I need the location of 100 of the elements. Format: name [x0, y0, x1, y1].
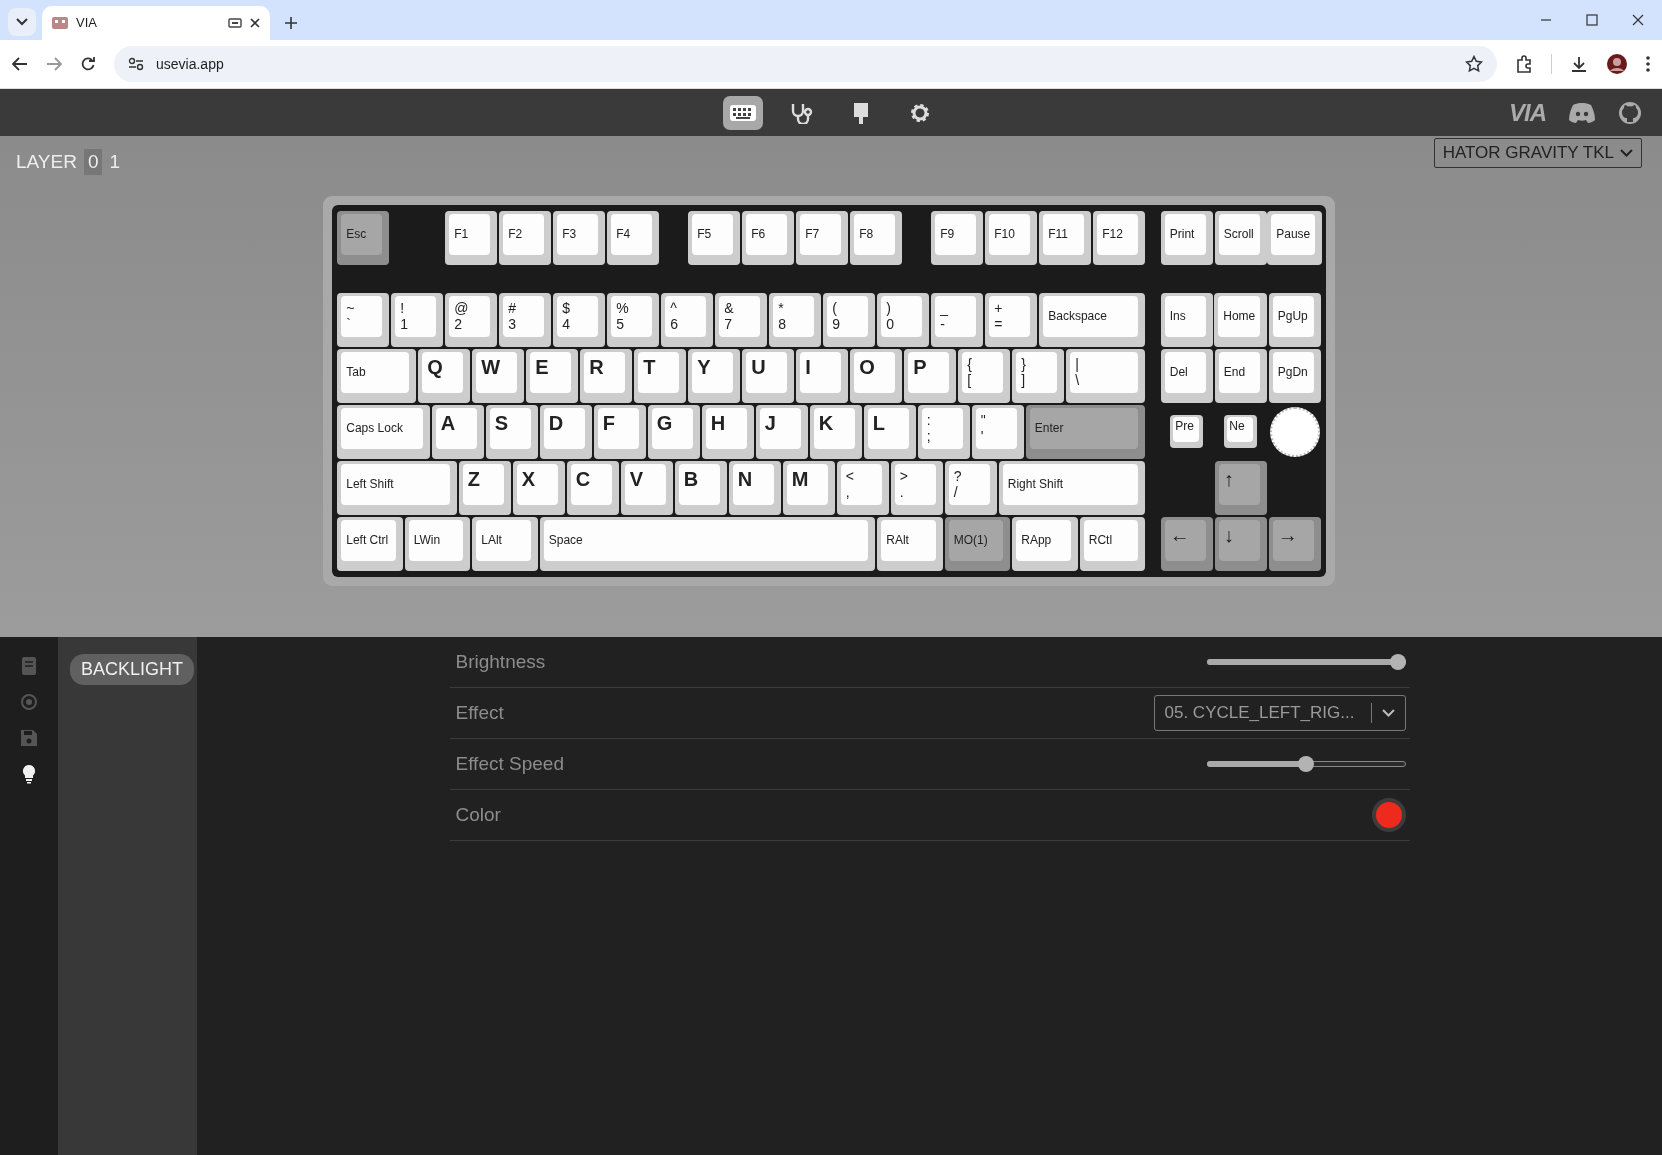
key[interactable]: R — [580, 348, 633, 403]
key[interactable]: F5 — [688, 210, 741, 265]
slider[interactable] — [1206, 756, 1406, 772]
layer-button[interactable]: 0 — [83, 149, 103, 176]
chat-app-icon[interactable] — [1568, 101, 1596, 124]
key[interactable]: Right Shift — [998, 460, 1146, 515]
key[interactable]: T — [634, 348, 687, 403]
key[interactable]: Tab — [337, 348, 417, 403]
key[interactable]: F2 — [499, 210, 552, 265]
key[interactable]: ? / — [944, 460, 997, 515]
key[interactable]: Del — [1160, 348, 1213, 403]
key[interactable]: _ - — [931, 292, 984, 347]
key[interactable]: RApp — [1012, 516, 1078, 571]
key[interactable]: A — [431, 404, 484, 459]
key[interactable]: Left Ctrl — [337, 516, 403, 571]
key[interactable]: Esc — [337, 210, 390, 265]
key[interactable]: MO(1) — [944, 516, 1011, 571]
rotary-knob[interactable] — [1269, 406, 1320, 457]
key[interactable]: RCtl — [1079, 516, 1146, 571]
forward-icon[interactable] — [46, 57, 62, 71]
key[interactable]: W — [472, 348, 525, 403]
key[interactable]: ^ 6 — [661, 292, 714, 347]
key[interactable]: Left Shift — [337, 460, 457, 515]
key[interactable]: X — [512, 460, 565, 515]
key[interactable]: # 3 — [499, 292, 552, 347]
key[interactable]: | \ — [1066, 348, 1146, 403]
key[interactable]: Enter — [1025, 404, 1146, 459]
color-swatch[interactable] — [1371, 798, 1406, 832]
key[interactable]: B — [674, 460, 727, 515]
menu-item[interactable]: BACKLIGHT — [70, 654, 195, 685]
key[interactable]: @ 2 — [445, 292, 498, 347]
key[interactable]: Pause — [1267, 210, 1323, 265]
key[interactable]: F9 — [931, 210, 984, 265]
key[interactable]: P — [904, 348, 957, 403]
key[interactable]: G — [647, 404, 700, 459]
more-menu-icon[interactable] — [1646, 56, 1650, 72]
key[interactable]: S — [485, 404, 538, 459]
tab-list-button[interactable] — [8, 8, 36, 36]
key[interactable]: F7 — [796, 210, 849, 265]
key[interactable]: ( 9 — [823, 292, 876, 347]
key[interactable]: % 5 — [607, 292, 660, 347]
key[interactable]: → — [1268, 516, 1321, 571]
site-settings-icon[interactable] — [128, 57, 144, 71]
key[interactable]: Z — [458, 460, 511, 515]
key[interactable]: < , — [836, 460, 889, 515]
close-icon[interactable] — [1632, 14, 1644, 26]
slider-thumb[interactable] — [1298, 756, 1314, 772]
key[interactable]: Ne — [1224, 415, 1258, 448]
key[interactable]: Pre — [1170, 415, 1204, 448]
extensions-icon[interactable] — [1515, 55, 1533, 73]
key[interactable]: & 7 — [715, 292, 768, 347]
key[interactable]: O — [850, 348, 903, 403]
key[interactable]: V — [620, 460, 673, 515]
key[interactable]: ↑ — [1214, 460, 1267, 515]
back-icon[interactable] — [12, 57, 28, 71]
keyboard-dropdown[interactable]: HATOR GRAVITY TKL — [1433, 138, 1642, 168]
effect-dropdown[interactable]: 05. CYCLE_LEFT_RIG... — [1153, 695, 1406, 731]
slider[interactable] — [1206, 654, 1406, 670]
download-icon[interactable] — [1570, 55, 1588, 73]
key[interactable]: M — [782, 460, 835, 515]
key[interactable]: ~ ` — [337, 292, 390, 347]
key[interactable]: * 8 — [769, 292, 822, 347]
plus-icon[interactable] — [284, 16, 298, 30]
key[interactable]: J — [755, 404, 808, 459]
key[interactable]: End — [1214, 348, 1267, 403]
key[interactable]: F1 — [445, 210, 498, 265]
key[interactable]: ↓ — [1214, 516, 1267, 571]
key[interactable]: E — [526, 348, 579, 403]
key[interactable]: F3 — [553, 210, 606, 265]
key[interactable]: F10 — [985, 210, 1038, 265]
key[interactable]: { [ — [958, 348, 1011, 403]
key[interactable]: Space — [539, 516, 876, 571]
key[interactable]: Backspace — [1039, 292, 1146, 347]
key[interactable]: RAlt — [877, 516, 943, 571]
key[interactable]: Caps Lock — [337, 404, 430, 459]
key[interactable]: LAlt — [472, 516, 538, 571]
key[interactable]: : ; — [917, 404, 970, 459]
key[interactable]: K — [809, 404, 862, 459]
key[interactable]: F6 — [742, 210, 795, 265]
browser-tab[interactable]: VIA — [42, 6, 270, 40]
key[interactable]: D — [539, 404, 592, 459]
bookmark-star-icon[interactable] — [1465, 55, 1483, 73]
key[interactable]: PgDn — [1268, 348, 1321, 403]
key[interactable]: H — [701, 404, 754, 459]
key[interactable]: " ' — [971, 404, 1024, 459]
key[interactable]: F4 — [607, 210, 660, 265]
key[interactable]: F12 — [1093, 210, 1146, 265]
key[interactable]: F — [593, 404, 646, 459]
nav-tab[interactable] — [722, 95, 763, 130]
key[interactable]: ! 1 — [391, 292, 444, 347]
key[interactable]: } ] — [1012, 348, 1065, 403]
key[interactable]: Q — [418, 348, 471, 403]
key[interactable]: Home — [1214, 292, 1268, 347]
key[interactable]: Print — [1160, 210, 1213, 265]
key[interactable]: LWin — [404, 516, 471, 571]
slider-thumb[interactable] — [1389, 654, 1406, 670]
key[interactable]: N — [728, 460, 781, 515]
reload-icon[interactable] — [80, 56, 96, 72]
key[interactable]: ← — [1160, 516, 1213, 571]
key[interactable]: Y — [688, 348, 741, 403]
